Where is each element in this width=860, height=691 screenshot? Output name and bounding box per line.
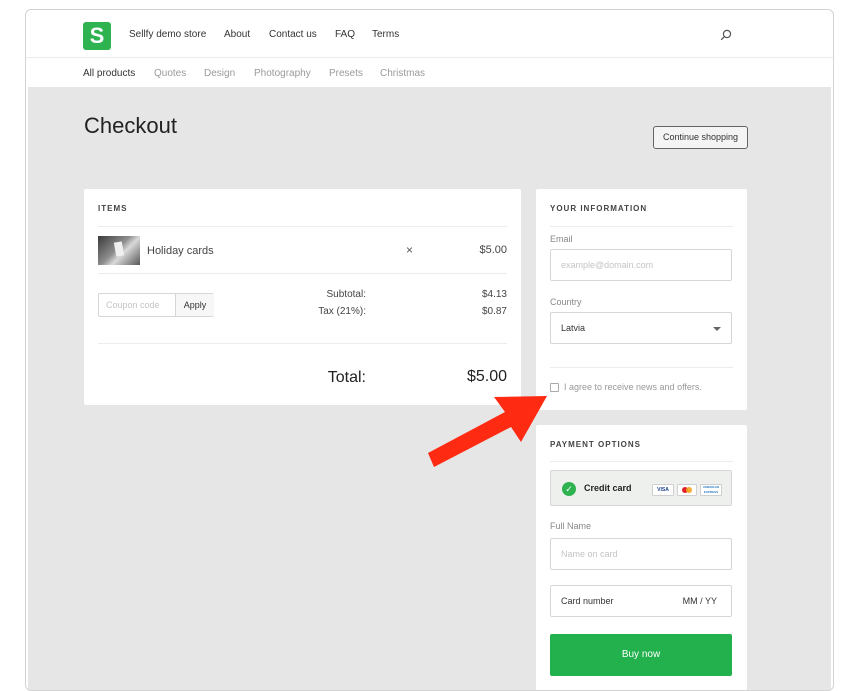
continue-shopping-button[interactable]: Continue shopping bbox=[653, 126, 748, 149]
category-presets[interactable]: Presets bbox=[329, 68, 363, 79]
buy-now-button[interactable]: Buy now bbox=[550, 634, 732, 676]
newsletter-checkbox[interactable] bbox=[550, 383, 559, 392]
top-navigation: S Sellfy demo store About Contact us FAQ… bbox=[26, 10, 833, 57]
subtotal-value: $4.13 bbox=[481, 289, 507, 300]
browser-frame: S Sellfy demo store About Contact us FAQ… bbox=[25, 9, 834, 691]
item-price: $5.00 bbox=[479, 244, 507, 256]
payment-method-label: Credit card bbox=[584, 483, 632, 493]
payment-heading: PAYMENT OPTIONS bbox=[550, 440, 642, 449]
nav-store-link[interactable]: Sellfy demo store bbox=[129, 29, 206, 40]
category-bar: All products Quotes Design Photography P… bbox=[26, 57, 833, 87]
card-details-field[interactable]: Card number MM / YY bbox=[550, 585, 732, 617]
category-all-products[interactable]: All products bbox=[83, 68, 135, 79]
category-quotes[interactable]: Quotes bbox=[154, 68, 186, 79]
full-name-label: Full Name bbox=[550, 521, 592, 531]
red-arrow-annotation-icon bbox=[428, 396, 547, 467]
items-heading: ITEMS bbox=[98, 204, 128, 213]
divider bbox=[550, 461, 733, 462]
nav-terms-link[interactable]: Terms bbox=[372, 29, 399, 40]
page-title: Checkout bbox=[84, 113, 177, 138]
item-name: Holiday cards bbox=[147, 245, 214, 257]
full-name-input[interactable] bbox=[551, 539, 731, 569]
category-christmas[interactable]: Christmas bbox=[380, 68, 425, 79]
checkout-content: Checkout Continue shopping ITEMS Holiday… bbox=[28, 87, 831, 690]
tax-value: $0.87 bbox=[481, 306, 507, 317]
country-label: Country bbox=[550, 297, 582, 307]
email-field bbox=[550, 249, 732, 281]
items-card: ITEMS Holiday cards × $5.00 Apply Subtot… bbox=[84, 189, 521, 405]
payment-options-card: PAYMENT OPTIONS ✓ Credit card VISA AMERI… bbox=[536, 425, 747, 690]
store-logo[interactable]: S bbox=[83, 22, 111, 50]
total-label: Total: bbox=[327, 369, 366, 386]
tax-label: Tax (21%): bbox=[318, 306, 366, 317]
visa-icon: VISA bbox=[652, 484, 674, 496]
email-input[interactable] bbox=[551, 250, 731, 280]
divider bbox=[550, 367, 733, 368]
total-value: $5.00 bbox=[466, 368, 507, 385]
check-icon: ✓ bbox=[562, 482, 576, 496]
mastercard-icon bbox=[677, 484, 697, 496]
country-value: Latvia bbox=[561, 323, 586, 333]
remove-item-button[interactable]: × bbox=[406, 243, 413, 257]
category-design[interactable]: Design bbox=[204, 68, 235, 79]
nav-contact-link[interactable]: Contact us bbox=[269, 29, 317, 40]
card-number-input[interactable]: Card number bbox=[561, 596, 614, 606]
category-photography[interactable]: Photography bbox=[254, 68, 311, 79]
divider bbox=[550, 226, 733, 227]
email-label: Email bbox=[550, 234, 573, 244]
full-name-field bbox=[550, 538, 732, 570]
chevron-down-icon bbox=[713, 327, 721, 331]
your-information-card: YOUR INFORMATION Email Country Latvia I … bbox=[536, 189, 747, 410]
newsletter-label: I agree to receive news and offers. bbox=[564, 382, 702, 392]
amex-icon: AMERICAN EXPRESS bbox=[700, 484, 722, 496]
search-icon[interactable] bbox=[720, 29, 732, 41]
apply-coupon-button[interactable]: Apply bbox=[175, 294, 214, 316]
divider bbox=[98, 273, 507, 274]
item-thumbnail bbox=[98, 236, 140, 265]
coupon-field: Apply bbox=[98, 293, 214, 317]
country-select[interactable]: Latvia bbox=[550, 312, 732, 344]
subtotal-label: Subtotal: bbox=[326, 289, 366, 300]
divider bbox=[98, 343, 507, 344]
payment-method-credit-card[interactable]: ✓ Credit card VISA AMERICAN EXPRESS bbox=[550, 470, 732, 506]
coupon-input[interactable] bbox=[99, 294, 182, 316]
card-expiry-input[interactable]: MM / YY bbox=[683, 596, 717, 606]
nav-faq-link[interactable]: FAQ bbox=[335, 29, 355, 40]
divider bbox=[98, 226, 507, 227]
information-heading: YOUR INFORMATION bbox=[550, 204, 648, 213]
nav-about-link[interactable]: About bbox=[224, 29, 250, 40]
